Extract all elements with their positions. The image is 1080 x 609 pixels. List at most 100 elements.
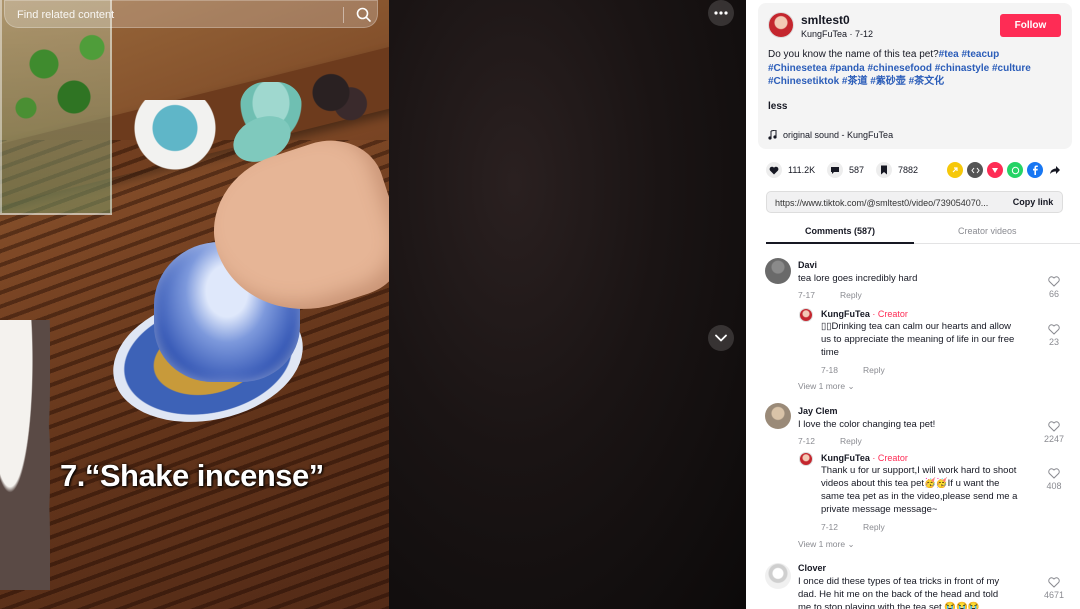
heart-icon xyxy=(766,162,782,178)
stacked-cups xyxy=(0,320,50,590)
post-description: Do you know the name of this tea pet?#te… xyxy=(768,48,1068,89)
reply-button[interactable]: Reply xyxy=(840,436,862,446)
avatar[interactable] xyxy=(765,258,791,284)
share-link-box: https://www.tiktok.com/@smltest0/video/7… xyxy=(766,191,1063,213)
save-count: 7882 xyxy=(898,165,919,175)
facebook-icon[interactable] xyxy=(1027,162,1043,178)
search-divider xyxy=(343,7,344,23)
reply-date: 7-12 xyxy=(821,522,839,532)
save-action[interactable]: 7882 xyxy=(876,162,918,178)
hashtags-line-3[interactable]: #Chinesetiktok #茶道 #紫砂壶 #茶文化 xyxy=(768,76,944,87)
description-text: Do you know the name of this tea pet? xyxy=(768,49,939,60)
view-more-replies[interactable]: View 1 more ⌄ xyxy=(798,381,855,392)
music-row[interactable]: original sound - KungFuTea xyxy=(768,130,893,140)
search-input[interactable] xyxy=(17,7,337,23)
white-tea-bowl xyxy=(134,100,216,170)
reply-like-count: 408 xyxy=(1046,481,1062,491)
heart-outline-icon xyxy=(1048,468,1060,479)
plant-leaves xyxy=(8,20,128,130)
comment-count: 587 xyxy=(849,165,865,175)
code-icon[interactable] xyxy=(967,162,983,178)
copy-link-button[interactable]: Copy link xyxy=(1003,192,1063,212)
author-name[interactable]: smltest0 xyxy=(801,13,850,27)
heart-outline-icon xyxy=(1048,577,1060,588)
reply-button[interactable]: Reply xyxy=(840,290,862,300)
share-arrow-icon[interactable] xyxy=(1047,162,1063,178)
actions-row: 111.2K 587 7882 xyxy=(766,162,1066,180)
heart-outline-icon xyxy=(1048,276,1060,287)
heart-outline-icon xyxy=(1048,324,1060,335)
tab-creator-videos[interactable]: Creator videos xyxy=(958,226,1017,236)
comment-text: I love the color changing tea pet! xyxy=(798,419,936,430)
chevron-down-icon: ⌄ xyxy=(847,539,855,549)
avatar[interactable] xyxy=(765,563,791,589)
reply-text-line: same tea pet as in the video,please send… xyxy=(821,491,1018,502)
avatar[interactable] xyxy=(765,403,791,429)
comment-action[interactable]: 587 xyxy=(827,162,864,178)
comment-date: 7-17 xyxy=(798,290,816,300)
more-dots-icon xyxy=(714,11,728,15)
whatsapp-icon[interactable] xyxy=(1007,162,1023,178)
tab-comments[interactable]: Comments (587) xyxy=(805,226,875,236)
like-action[interactable]: 111.2K xyxy=(766,162,815,178)
video-player[interactable]: 7.“Shake incense” xyxy=(0,0,746,609)
reply-text-line: time xyxy=(821,347,839,358)
comment-like-count: 66 xyxy=(1048,289,1059,299)
comment-text-line: I once did these types of tea tricks in … xyxy=(798,576,1000,587)
music-note-icon xyxy=(768,130,777,140)
reply-username[interactable]: KungFuTea · Creator xyxy=(821,453,908,463)
comment-like-count: 4671 xyxy=(1043,590,1065,600)
reply-username-text: KungFuTea xyxy=(821,309,870,319)
comment-date: 7-12 xyxy=(798,436,816,446)
avatar[interactable] xyxy=(799,452,813,466)
comment-text-line: me to stop playing with the tea set 😭😭😭 xyxy=(798,602,980,609)
author-avatar[interactable] xyxy=(768,12,794,38)
reply-text-line: videos about this tea pet🥳🥳If u want the xyxy=(821,478,1000,489)
like-count: 111.2K xyxy=(788,165,816,175)
reply-button[interactable]: Reply xyxy=(863,522,885,532)
view-more-label: View 1 more xyxy=(798,381,846,391)
comment-username[interactable]: Davi xyxy=(798,260,817,270)
search-icon[interactable] xyxy=(355,6,373,24)
video-caption: 7.“Shake incense” xyxy=(60,458,324,493)
panel-tabs: Comments (587) Creator videos xyxy=(766,220,1080,244)
reply-like-count: 23 xyxy=(1048,337,1059,347)
comment-text: tea lore goes incredibly hard xyxy=(798,273,918,284)
more-options-button[interactable] xyxy=(708,0,734,26)
less-link[interactable]: less xyxy=(768,101,787,112)
comment-username[interactable]: Clover xyxy=(798,563,826,573)
blurred-background xyxy=(389,0,746,609)
reply-text-line: us to appreciate the meaning of life in … xyxy=(821,334,1015,345)
reply-date: 7-18 xyxy=(821,365,839,375)
reply-username[interactable]: KungFuTea · Creator xyxy=(821,309,908,319)
share-link-url[interactable]: https://www.tiktok.com/@smltest0/video/7… xyxy=(775,198,1000,208)
sound-name: original sound - KungFuTea xyxy=(783,130,894,140)
comment-username[interactable]: Jay Clem xyxy=(798,406,838,416)
active-tab-underline xyxy=(766,242,914,244)
comment-icon xyxy=(827,162,843,178)
view-more-replies[interactable]: View 1 more ⌄ xyxy=(798,539,855,550)
creator-badge: · Creator xyxy=(872,309,908,319)
reply-button[interactable]: Reply xyxy=(863,365,885,375)
side-panel: smltest0 KungFuTea · 7-12 Follow Do you … xyxy=(746,0,1080,609)
comment-text-line: dad. He hit me on the back of the head a… xyxy=(798,589,999,600)
reply-username-text: KungFuTea xyxy=(821,453,870,463)
bookmark-icon xyxy=(876,162,892,178)
embed-icon[interactable] xyxy=(947,162,963,178)
post-info-card: smltest0 KungFuTea · 7-12 Follow Do you … xyxy=(758,3,1072,149)
next-video-button[interactable] xyxy=(708,325,734,351)
search-bar[interactable] xyxy=(4,0,378,28)
hashtags-line-2[interactable]: #Chinesetea #panda #chinesefood #chinast… xyxy=(768,63,1031,74)
avatar[interactable] xyxy=(799,308,813,322)
comments-list: Davi tea lore goes incredibly hard 7-17 … xyxy=(746,252,1080,609)
comment-like-count: 2247 xyxy=(1043,434,1065,444)
hashtags-line-1[interactable]: #tea #teacup xyxy=(939,49,1000,60)
reply-text-line: ▯▯Drinking tea can calm our hearts and a… xyxy=(821,321,1011,332)
send-icon[interactable] xyxy=(987,162,1003,178)
reply-text-line: Thank u for ur support,I will work hard … xyxy=(821,465,1017,476)
reply-text-line: private message message~ xyxy=(821,504,938,515)
follow-button[interactable]: Follow xyxy=(1000,14,1061,37)
dark-figurine xyxy=(305,55,370,130)
video-frame[interactable]: 7.“Shake incense” xyxy=(0,0,389,609)
heart-outline-icon xyxy=(1048,421,1060,432)
